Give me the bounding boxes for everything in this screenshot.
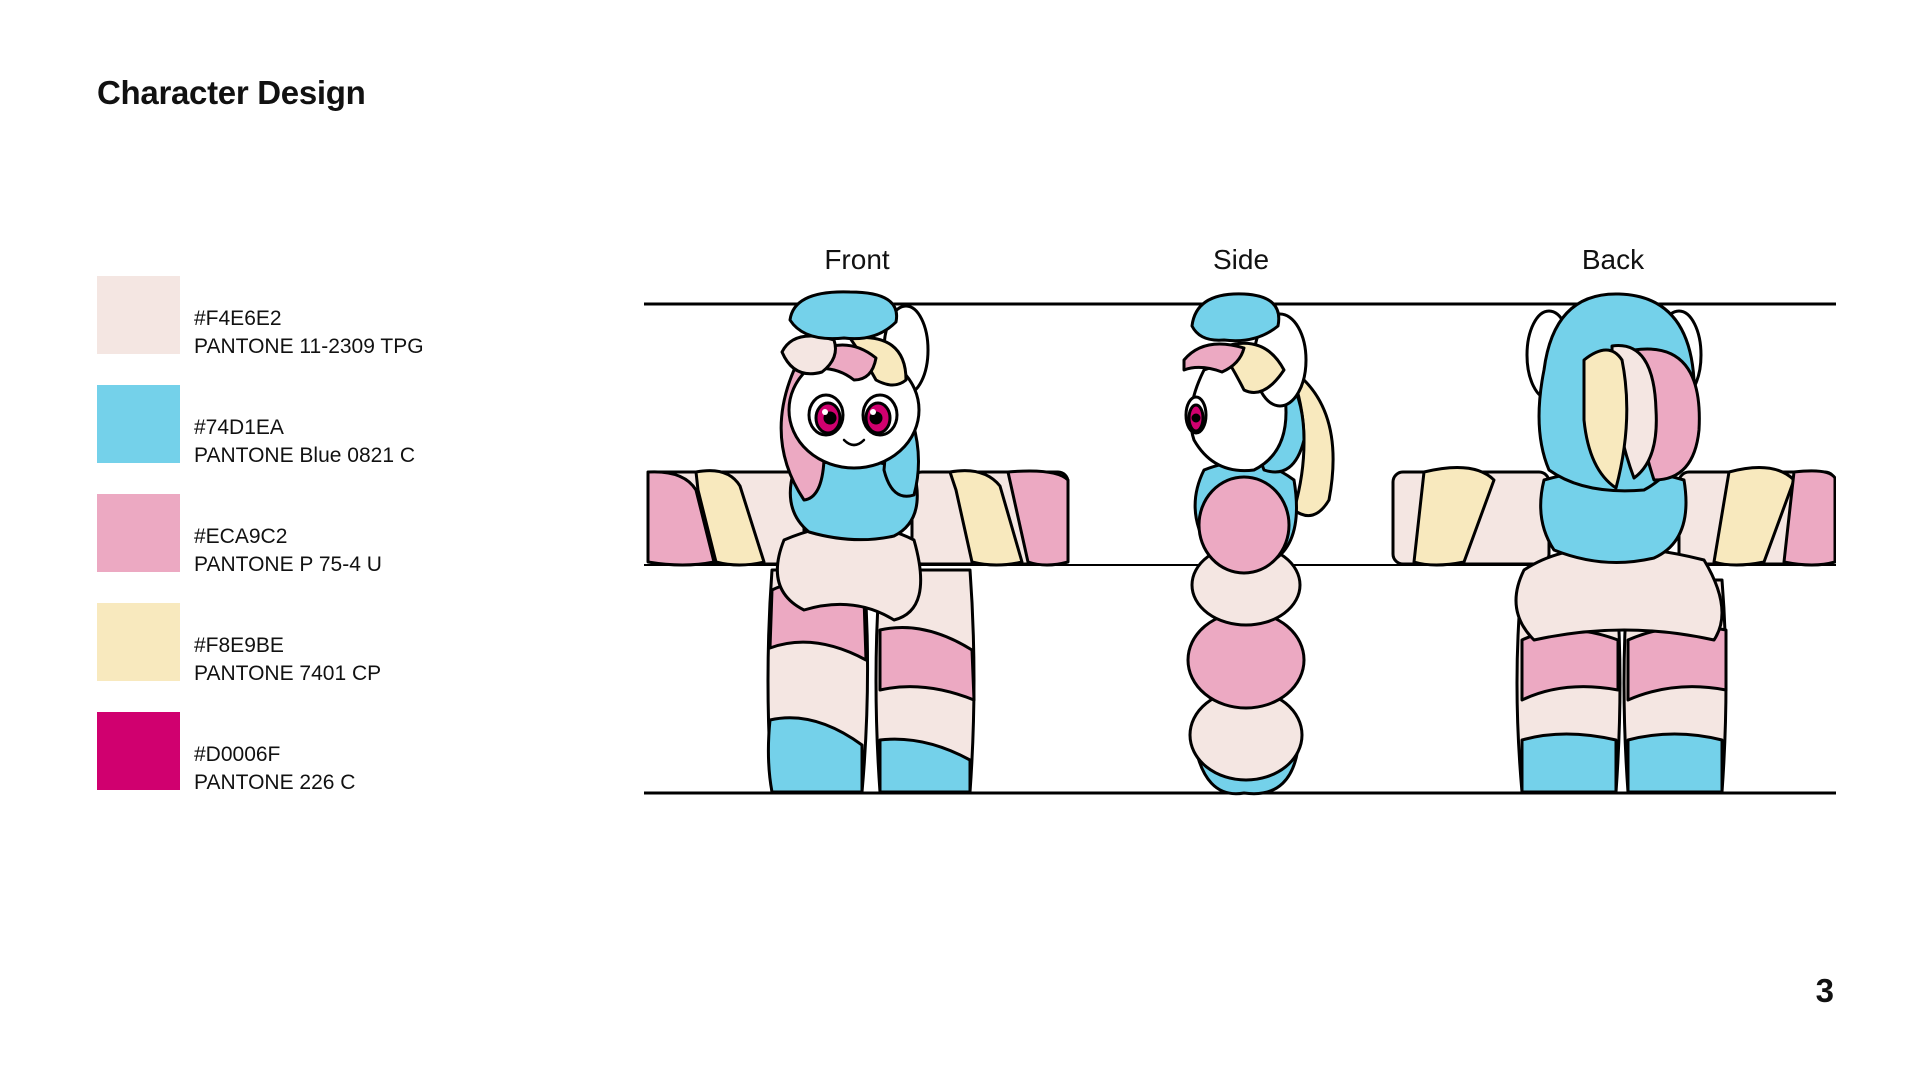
pantone-code: PANTONE 11-2309 TPG: [194, 335, 424, 358]
character-turnaround: Front Side Back: [644, 240, 1836, 800]
palette-entry: #F4E6E2 PANTONE 11-2309 TPG: [97, 276, 517, 358]
front-forelock-white: [780, 334, 837, 376]
page-title: Character Design: [97, 74, 366, 111]
front-view: [646, 290, 1070, 794]
palette-entry: #ECA9C2 PANTONE P 75-4 U: [97, 494, 517, 576]
pantone-code: PANTONE Blue 0821 C: [194, 444, 415, 467]
color-swatch: [97, 603, 180, 681]
page-number: 3: [1815, 972, 1834, 1009]
pantone-code: PANTONE 7401 CP: [194, 662, 382, 685]
hex-code: #D0006F: [194, 743, 281, 766]
side-view: [1182, 292, 1335, 796]
color-swatch: [97, 276, 180, 354]
palette-entry: #F8E9BE PANTONE 7401 CP: [97, 603, 517, 685]
palette-entry: #74D1EA PANTONE Blue 0821 C: [97, 385, 517, 467]
color-swatch: [97, 712, 180, 790]
back-right-arm: [1677, 466, 1836, 567]
side-arm: [1197, 475, 1291, 575]
turnaround-illustration: [644, 290, 1836, 796]
side-hair-blue: [1190, 292, 1281, 343]
pantone-code: PANTONE P 75-4 U: [194, 553, 382, 576]
front-right-arm: [910, 469, 1070, 567]
back-view: [1391, 292, 1836, 794]
color-swatch: [97, 494, 180, 572]
side-eye: [1184, 395, 1208, 435]
hex-code: #ECA9C2: [194, 525, 288, 548]
pantone-code: PANTONE 226 C: [194, 771, 356, 794]
hex-code: #74D1EA: [194, 416, 284, 439]
palette-entry: #D0006F PANTONE 226 C: [97, 712, 517, 794]
hex-code: #F8E9BE: [194, 634, 284, 657]
color-palette: #F4E6E2 PANTONE 11-2309 TPG #74D1EA PANT…: [97, 276, 517, 821]
back-left-arm: [1391, 466, 1551, 567]
color-swatch: [97, 385, 180, 463]
front-hair-blue: [788, 290, 899, 341]
hex-code: #F4E6E2: [194, 307, 282, 330]
